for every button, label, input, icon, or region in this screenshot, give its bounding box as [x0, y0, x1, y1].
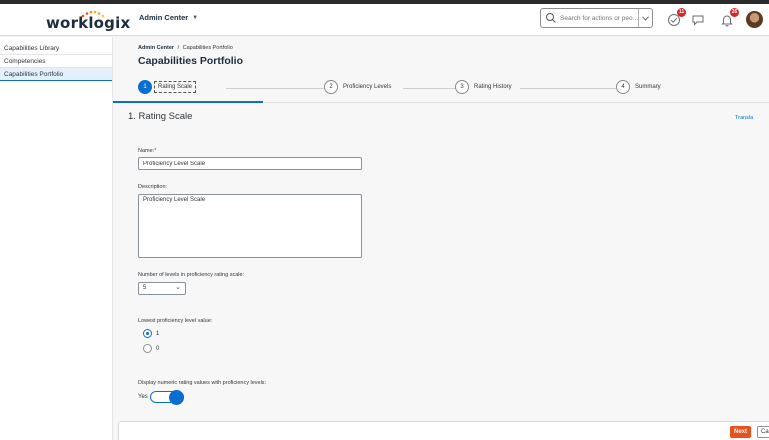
sidebar-item-capabilities-portfolio[interactable]: Capabilities Portfolio: [0, 68, 112, 81]
name-field[interactable]: [138, 157, 362, 170]
sidebar-item-capabilities-library[interactable]: Capabilities Library: [0, 42, 112, 55]
search-scope-dropdown[interactable]: [638, 9, 652, 27]
search-input[interactable]: [560, 14, 646, 22]
description-field[interactable]: Proficiency Level Scale: [138, 194, 362, 258]
chevron-down-icon: ⌄: [175, 284, 181, 291]
avatar[interactable]: [746, 11, 763, 28]
section-title: 1. Rating Scale: [128, 111, 193, 122]
levels-selected-value: 5: [143, 285, 147, 291]
radio-label: 0: [156, 345, 160, 352]
sidebar-item-competencies[interactable]: Competencies: [0, 55, 112, 68]
main-content: Admin Center / Capabilities Portfolio Ca…: [113, 37, 769, 440]
radio-selected[interactable]: [143, 329, 152, 338]
wizard-step-number: 1: [138, 80, 152, 94]
breadcrumb-root-link[interactable]: Admin Center: [138, 45, 174, 51]
wizard-step-label: Rating Scale: [154, 81, 197, 93]
wizard-step-number: 4: [616, 80, 630, 94]
radio-unselected[interactable]: [143, 344, 152, 353]
lowest-level-option-1[interactable]: 1: [143, 329, 159, 338]
search-icon: [546, 13, 556, 23]
caret-down-icon: ▼: [192, 14, 199, 21]
next-button[interactable]: Next: [730, 426, 752, 438]
wizard-step-number: 3: [455, 80, 469, 94]
app-name: Admin Center: [139, 13, 189, 22]
name-label: Name:*: [138, 148, 156, 154]
name-label-text: Name:: [138, 148, 155, 154]
wizard-steps: 1 Rating Scale 2 Proficiency Levels 3 Ra…: [138, 80, 668, 98]
display-values-label: Display numeric rating values with profi…: [138, 380, 267, 386]
lowest-level-label: Lowest proficiency level value:: [138, 318, 213, 324]
tasks-badge: 11: [677, 8, 686, 17]
breadcrumb-separator: /: [177, 45, 180, 51]
notifications-button[interactable]: 26: [719, 8, 739, 28]
description-label: Description:: [138, 184, 168, 190]
todo-tasks-button[interactable]: 11: [666, 8, 686, 28]
radio-label: 1: [156, 330, 160, 337]
sidebar: Capabilities Library Competencies Capabi…: [0, 37, 113, 440]
app-switcher[interactable]: Admin Center ▼: [139, 13, 198, 22]
wizard-step-proficiency-levels[interactable]: 2 Proficiency Levels: [324, 80, 391, 94]
display-values-toggle[interactable]: [149, 390, 184, 405]
wizard-step-label: Summary: [635, 84, 661, 90]
logo[interactable]: worklogix: [46, 10, 130, 32]
chevron-down-icon: [642, 15, 649, 21]
cancel-button[interactable]: Cancel: [757, 426, 769, 438]
wizard-step-label: Proficiency Levels: [343, 84, 392, 90]
breadcrumb-current: Capabilities Portfolio: [182, 45, 233, 51]
wizard-step-rating-history[interactable]: 3 Rating History: [455, 80, 512, 94]
required-indicator: *: [154, 148, 157, 154]
wizard-step-label: Rating History: [474, 84, 512, 90]
wizard-connector: [226, 88, 324, 89]
breadcrumb: Admin Center / Capabilities Portfolio: [138, 45, 233, 51]
logo-text: worklogix: [46, 14, 131, 32]
levels-select[interactable]: 5 ⌄: [138, 282, 186, 295]
header: worklogix Admin Center ▼ 11: [0, 4, 769, 36]
footer-bar: Next Cancel: [118, 421, 769, 440]
page-title: Capabilities Portfolio: [138, 55, 244, 67]
chat-icon: [692, 15, 704, 26]
wizard-step-number: 2: [324, 80, 338, 94]
display-values-switch-wrap: Yes: [138, 390, 184, 405]
levels-label: Number of levels in proficiency rating s…: [138, 272, 245, 278]
lowest-level-option-0[interactable]: 0: [143, 344, 159, 353]
wizard-active-indicator: [113, 101, 263, 103]
search-box[interactable]: [540, 8, 653, 28]
wizard-step-summary[interactable]: 4 Summary: [616, 80, 661, 94]
toggle-knob: [168, 390, 184, 405]
wizard-step-rating-scale[interactable]: 1 Rating Scale: [138, 80, 197, 94]
wizard-connector: [520, 88, 616, 89]
chat-button[interactable]: [690, 12, 706, 28]
wizard-connector: [403, 88, 455, 89]
notifications-badge: 26: [730, 8, 739, 17]
translate-link[interactable]: Transla: [735, 115, 753, 121]
toggle-state-text: Yes: [138, 394, 148, 400]
